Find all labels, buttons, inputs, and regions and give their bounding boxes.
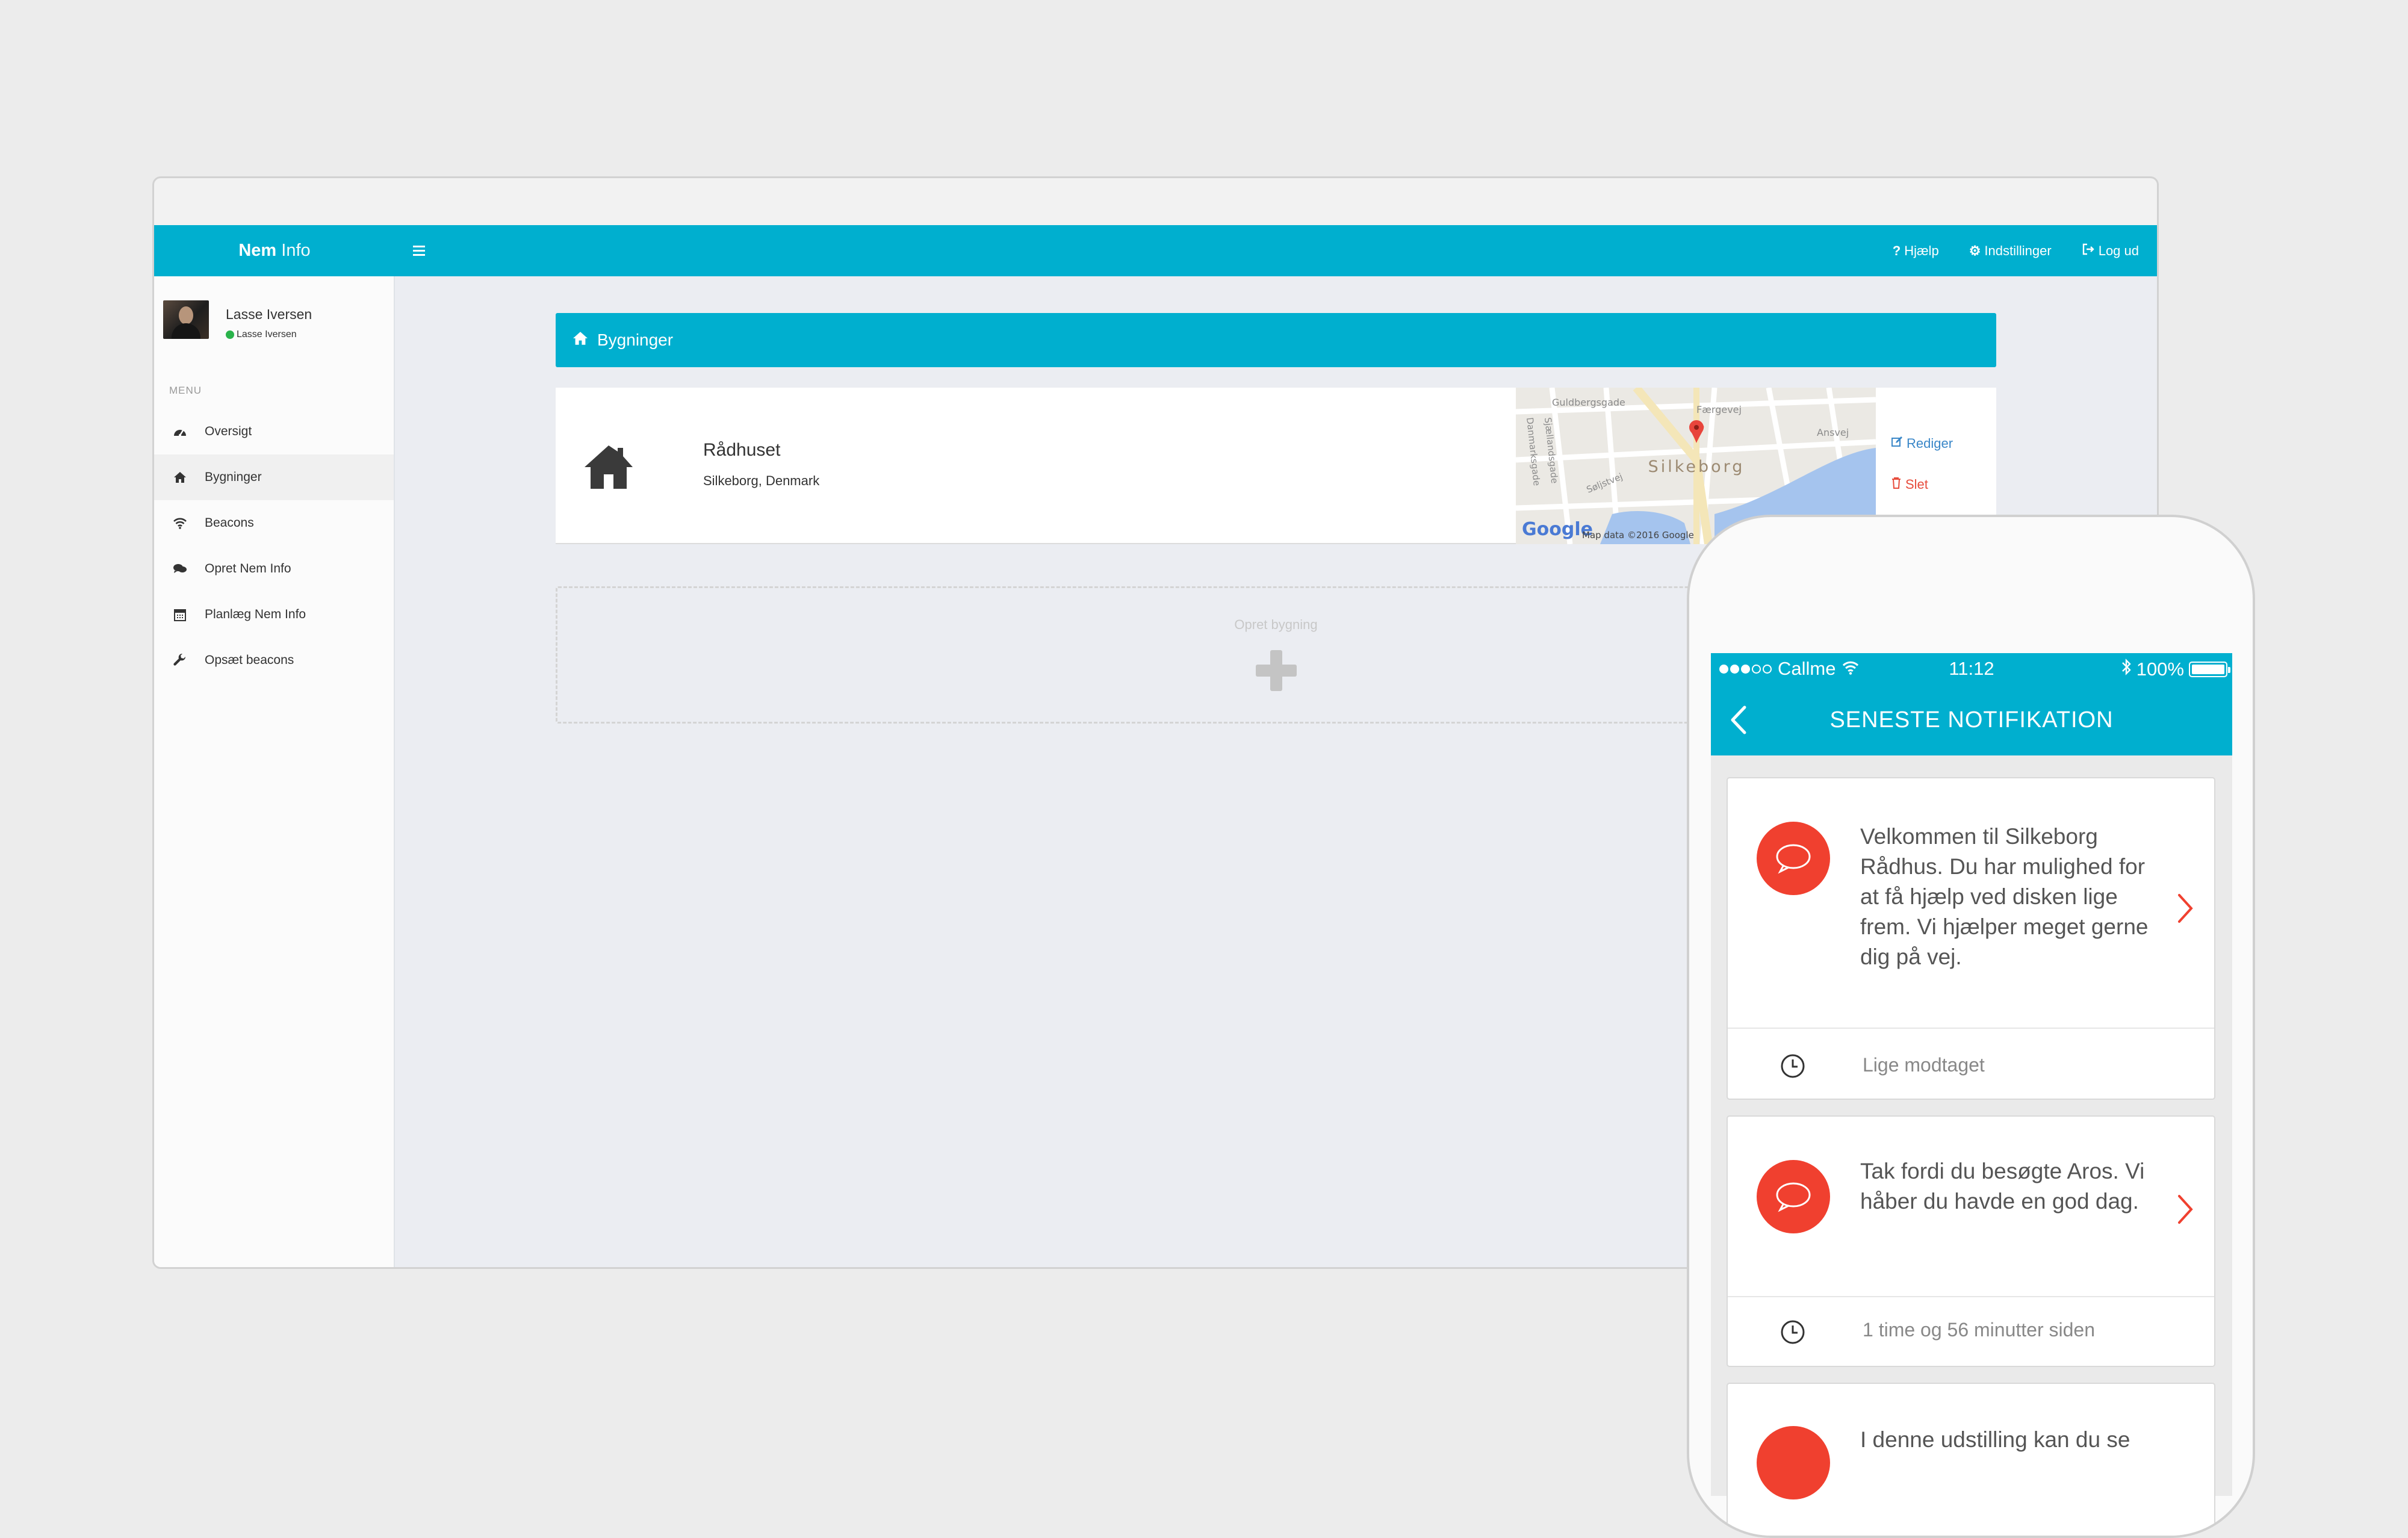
gear-icon: ⚙: [1969, 243, 1981, 258]
delete-button-label: Slet: [1905, 477, 1928, 492]
notification-card[interactable]: Tak fordi du besøgte Aros. Vi håber du h…: [1727, 1115, 2215, 1367]
chevron-right-icon[interactable]: [2172, 1191, 2196, 1227]
user-status: Lasse Iversen: [226, 329, 297, 340]
edit-icon: [1891, 436, 1903, 451]
help-link-label: Hjælp: [1904, 243, 1939, 258]
divider: [1728, 1028, 2214, 1029]
online-status-icon: [226, 330, 234, 339]
page-title: Bygninger: [597, 330, 674, 349]
sidebar-item-label: Oversigt: [205, 424, 252, 438]
phone-device: Callme 11:12 100% SENESTE NOTIFIKATION V…: [1687, 515, 2255, 1538]
calendar-icon: [172, 607, 188, 622]
chevron-right-icon[interactable]: [2172, 890, 2196, 926]
map-attribution: Map data ©2016 Google: [1582, 530, 1694, 541]
edit-button-label: Rediger: [1907, 436, 1953, 451]
logout-link-label: Log ud: [2098, 243, 2139, 258]
trash-icon: [1891, 477, 1902, 492]
sidebar-item-label: Opret Nem Info: [205, 562, 291, 575]
clock-icon: [1780, 1053, 1806, 1079]
notification-card[interactable]: Velkommen til Silkeborg Rådhus. Du har m…: [1727, 777, 2215, 1100]
avatar[interactable]: [163, 300, 209, 339]
notification-card[interactable]: I denne udstilling kan du se: [1727, 1383, 2215, 1536]
home-icon: [572, 330, 589, 350]
status-bar: Callme 11:12 100%: [1711, 653, 2232, 683]
map-street-label: Guldbergsgade: [1552, 397, 1625, 408]
user-name: Lasse Iversen: [226, 306, 312, 322]
user-profile: Lasse Iversen Lasse Iversen: [163, 300, 386, 349]
notification-message: Tak fordi du besøgte Aros. Vi håber du h…: [1860, 1159, 2145, 1214]
help-link[interactable]: ? Hjælp: [1893, 243, 1939, 259]
comments-icon: [172, 561, 188, 577]
menu-toggle-icon[interactable]: [407, 238, 431, 262]
sidebar-item-opret-nem-info[interactable]: Opret Nem Info: [154, 546, 394, 592]
divider: [1728, 1296, 2214, 1297]
top-navbar: Nem Info ? Hjælp ⚙ Indstillinger Log ud: [154, 225, 2157, 276]
page-title-bar: Bygninger: [556, 313, 1996, 367]
sidebar-item-opsaet-beacons[interactable]: Opsæt beacons: [154, 637, 394, 683]
battery-percent: 100%: [2136, 659, 2184, 680]
clock-icon: [1780, 1319, 1806, 1345]
phone-screen: Callme 11:12 100% SENESTE NOTIFIKATION V…: [1711, 653, 2232, 1536]
question-icon: ?: [1892, 243, 1901, 258]
sidebar-item-oversigt[interactable]: Oversigt: [154, 409, 394, 454]
brand-name-light: Info: [281, 241, 311, 260]
top-links: ? Hjælp ⚙ Indstillinger Log ud: [1893, 225, 2157, 276]
logout-link[interactable]: Log ud: [2082, 243, 2139, 259]
sidebar-item-label: Planlæg Nem Info: [205, 607, 306, 621]
sidebar-item-label: Opsæt beacons: [205, 653, 294, 667]
plus-icon[interactable]: [1255, 650, 1297, 691]
building-address: Silkeborg, Denmark: [703, 473, 820, 488]
notification-message: I denne udstilling kan du se: [1860, 1427, 2130, 1452]
logout-icon: [2082, 243, 2095, 259]
home-icon: [172, 470, 188, 485]
menu-heading: MENU: [169, 385, 202, 396]
chat-bubble-icon: [1757, 1426, 1830, 1499]
sidebar: Lasse Iversen Lasse Iversen MENU Oversig…: [154, 276, 395, 1267]
sidebar-item-bygninger[interactable]: Bygninger: [154, 454, 394, 500]
map-city-label: Silkeborg: [1648, 457, 1745, 476]
delete-button[interactable]: Slet: [1891, 477, 1928, 492]
sidebar-item-beacons[interactable]: Beacons: [154, 500, 394, 546]
battery-icon: [2189, 662, 2230, 677]
sidebar-item-label: Beacons: [205, 516, 254, 530]
building-name: Rådhuset: [703, 440, 781, 460]
map-street-label: Ansvej: [1817, 427, 1849, 438]
notification-time: 1 time og 56 minutter siden: [1863, 1319, 2095, 1341]
settings-link-label: Indstillinger: [1984, 243, 2052, 258]
wifi-icon: [172, 515, 188, 531]
sidebar-item-label: Bygninger: [205, 470, 262, 484]
map-street-label: Færgevej: [1696, 404, 1742, 415]
chat-bubble-icon: [1757, 822, 1830, 895]
user-status-label: Lasse Iversen: [237, 329, 297, 340]
dashboard-icon: [172, 424, 188, 439]
sidebar-menu: Oversigt Bygninger Beacons Opret Nem Inf…: [154, 409, 394, 683]
screen-title: SENESTE NOTIFIKATION: [1829, 707, 2114, 733]
notification-message: Velkommen til Silkeborg Rådhus. Du har m…: [1860, 824, 2149, 969]
edit-button[interactable]: Rediger: [1891, 436, 1953, 451]
brand-name-bold: Nem: [238, 241, 277, 260]
house-icon: [583, 443, 635, 490]
notification-time: Lige modtaget: [1863, 1054, 1985, 1076]
wrench-icon: [172, 653, 188, 668]
sidebar-item-planlaeg-nem-info[interactable]: Planlæg Nem Info: [154, 592, 394, 637]
brand-logo[interactable]: Nem Info: [154, 225, 395, 276]
settings-link[interactable]: ⚙ Indstillinger: [1969, 243, 2052, 259]
phone-navbar: SENESTE NOTIFIKATION: [1711, 683, 2232, 755]
bluetooth-icon: [2121, 658, 2132, 681]
chat-bubble-icon: [1757, 1160, 1830, 1233]
